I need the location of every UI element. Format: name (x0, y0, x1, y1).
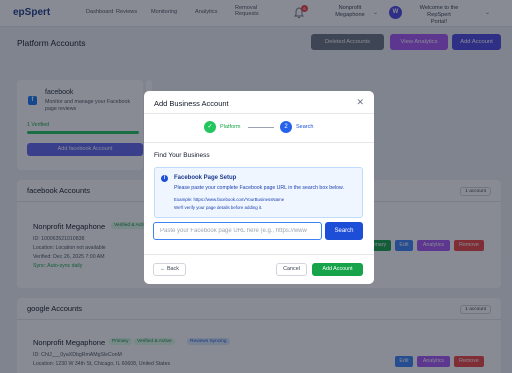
info-title: Facebook Page Setup (174, 175, 237, 181)
info-box: i Facebook Page Setup Please paste your … (154, 167, 363, 218)
add-account-submit-button[interactable]: Add Account (312, 263, 363, 276)
divider (144, 254, 374, 255)
divider (144, 142, 374, 143)
divider (144, 113, 374, 114)
info-example: Example: https://www.facebook.com/YourBu… (174, 197, 285, 202)
facebook-url-input[interactable] (153, 222, 322, 240)
step-platform-label: Platform (220, 124, 241, 130)
cancel-button[interactable]: Cancel (276, 263, 307, 276)
step-connector (248, 127, 274, 128)
find-business-title: Find Your Business (154, 152, 210, 159)
close-icon[interactable]: ✕ (356, 97, 364, 108)
step-2-indicator: 2 (280, 121, 292, 133)
add-business-account-modal: Add Business Account ✕ ✓ Platform 2 Sear… (144, 91, 374, 284)
modal-title: Add Business Account (154, 99, 229, 108)
search-button[interactable]: Search (325, 222, 363, 240)
info-icon: i (161, 175, 168, 182)
back-button[interactable]: ← Back (153, 263, 186, 276)
step-search-label: Search (296, 124, 314, 130)
check-icon: ✓ (204, 121, 216, 133)
info-note: We'll verify your page details before ad… (174, 205, 263, 210)
info-description: Please paste your complete Facebook page… (174, 185, 344, 191)
